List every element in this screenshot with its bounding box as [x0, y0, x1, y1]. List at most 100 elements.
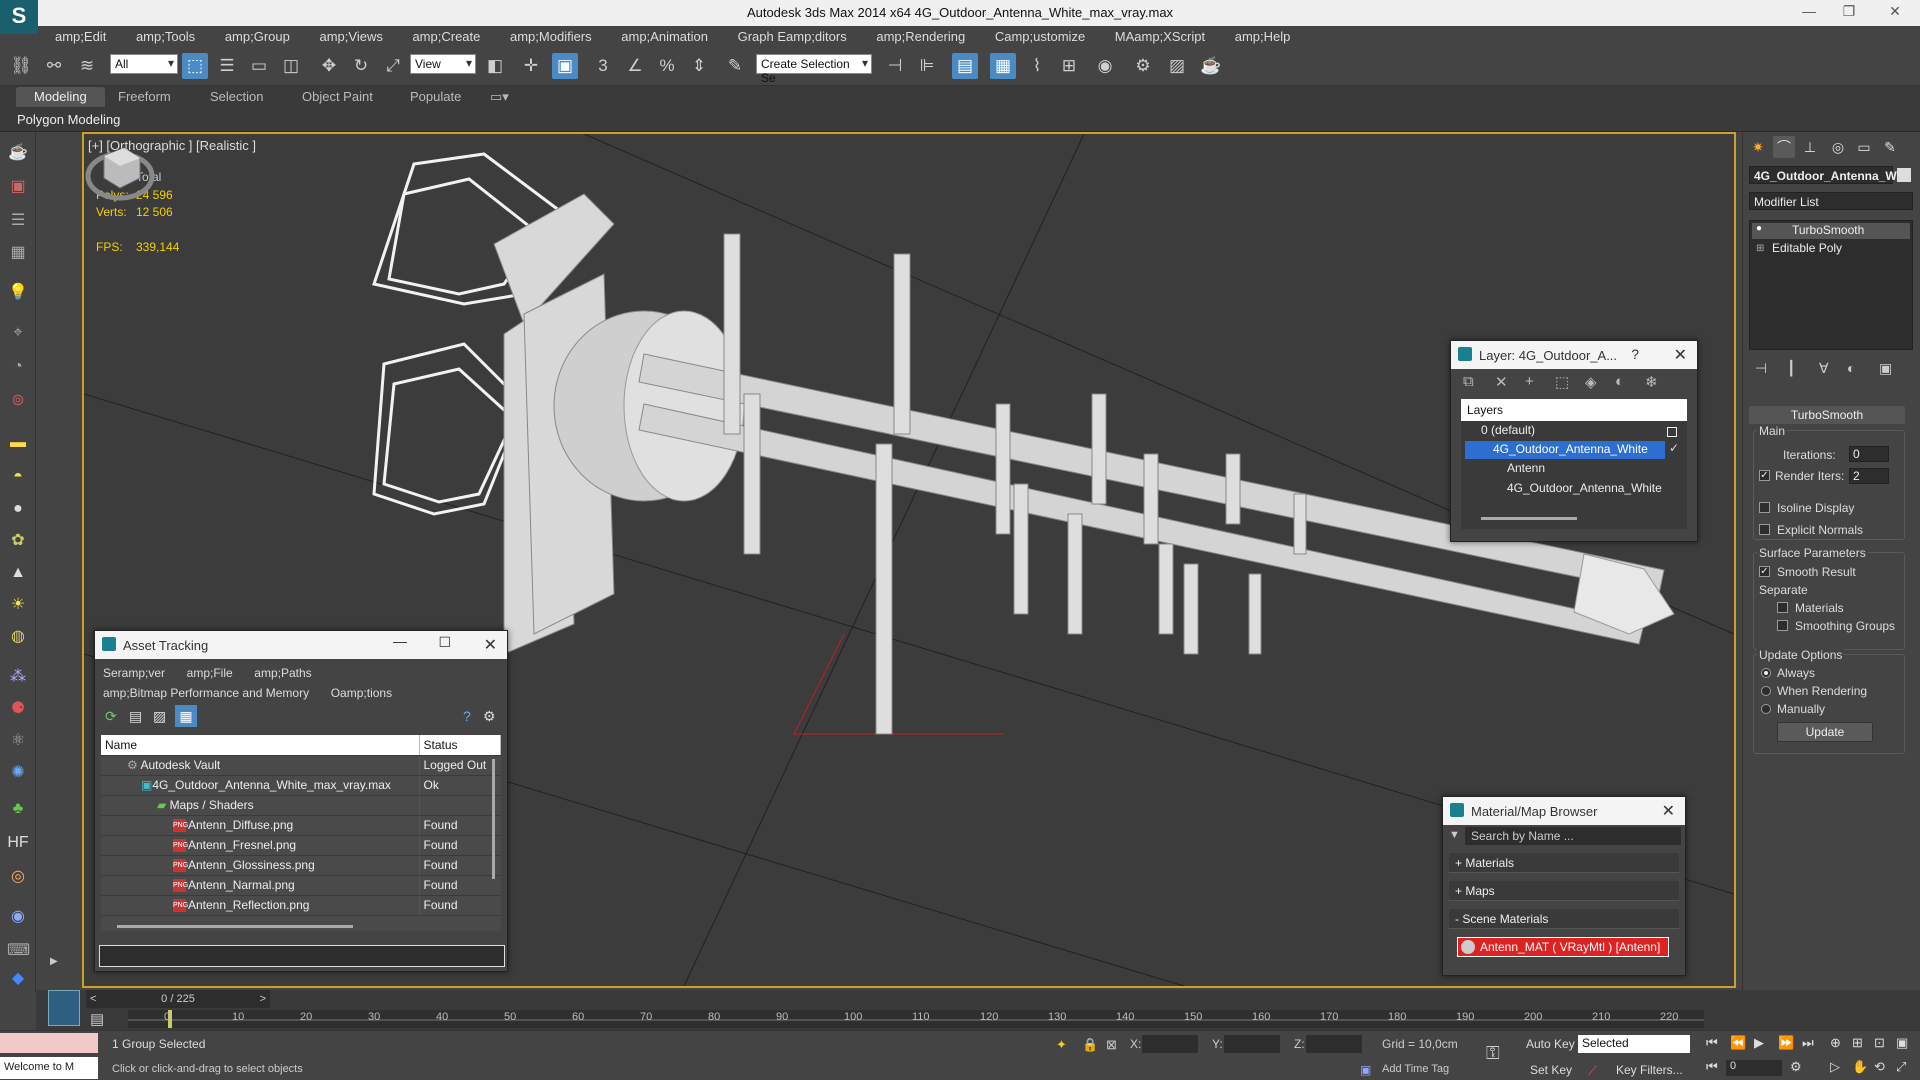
time-slider[interactable]: < 0 / 225 > — [86, 990, 270, 1008]
schematic-view-icon[interactable]: ⊞ — [1056, 53, 1082, 79]
ribbon-options-icon[interactable]: ▭▾ — [490, 89, 509, 105]
toggle-ribbon-icon[interactable]: ▦ — [990, 53, 1016, 79]
sphere-icon[interactable]: ● — [7, 498, 29, 520]
lock-icon[interactable]: 🔒 — [1082, 1037, 1098, 1053]
fov-icon[interactable]: ▷ — [1830, 1059, 1840, 1075]
pivot-center-icon[interactable]: ◧ — [482, 53, 508, 79]
always-radio[interactable] — [1761, 668, 1771, 678]
when-rendering-radio[interactable] — [1761, 686, 1771, 696]
mini-curve-icon[interactable] — [48, 990, 80, 1026]
unlink-icon[interactable]: ⚯ — [41, 53, 67, 79]
thumbnail-view-icon[interactable]: ▨ — [153, 708, 166, 725]
slider-left-icon[interactable]: < — [90, 990, 96, 1008]
box-icon[interactable]: ▬ — [7, 432, 29, 454]
pan-icon[interactable]: ✋ — [1852, 1059, 1868, 1075]
key-mode-toggle-icon[interactable]: ⏮ — [1706, 1059, 1718, 1075]
filter-icon[interactable]: ▼ — [1449, 829, 1460, 841]
layer-new-icon[interactable]: ⧉ — [1463, 373, 1474, 390]
layer-object-antenna-white[interactable]: 4G_Outdoor_Antenna_White — [1507, 481, 1662, 495]
zoom-icon[interactable]: ⊕ — [1830, 1035, 1841, 1051]
hierarchy-tab-icon[interactable]: ⊥ — [1799, 136, 1821, 158]
iterations-spinner[interactable]: 0 — [1849, 446, 1889, 462]
material-search-input[interactable]: Search by Name ... — [1465, 827, 1681, 845]
select-by-name-icon[interactable]: ☰ — [214, 53, 240, 79]
absolute-mode-icon[interactable]: ⊠ — [1106, 1037, 1117, 1053]
set-key-button[interactable]: Set Key — [1530, 1063, 1572, 1077]
stack-editable-poly[interactable]: Editable Poly — [1772, 241, 1842, 255]
help-icon[interactable]: ? — [463, 708, 471, 724]
dynamics-icon[interactable]: ⚈ — [7, 698, 29, 720]
next-frame-icon[interactable]: ⏩ — [1778, 1035, 1794, 1051]
layer-dialog-header[interactable]: Layer: 4G_Outdoor_A... ? ✕ — [1451, 341, 1697, 369]
layer-hide-icon[interactable]: ◐ — [1615, 373, 1624, 390]
menu-graph-editors[interactable]: Graph Eamp;ditors — [738, 26, 847, 44]
menu-modifiers[interactable]: amp;Modifiers — [510, 26, 592, 44]
edit-named-selection-icon[interactable]: ✎ — [722, 53, 748, 79]
make-unique-icon[interactable]: ∀ — [1819, 360, 1829, 377]
helper-icon[interactable]: ⚛ — [7, 730, 29, 752]
menu-rendering[interactable]: amp;Rendering — [876, 26, 965, 44]
y-coord-field[interactable] — [1224, 1035, 1280, 1053]
layer-object-antenn[interactable]: Antenn — [1507, 461, 1545, 475]
show-end-result-icon[interactable]: ┃ — [1787, 360, 1795, 377]
tab-freeform[interactable]: Freeform — [118, 89, 171, 104]
link-icon[interactable]: ⛓ — [8, 53, 34, 79]
section-maps[interactable]: + Maps — [1449, 881, 1679, 901]
close-icon[interactable]: ✕ — [1662, 801, 1675, 821]
light-icon[interactable]: 💡 — [7, 282, 29, 304]
align-icon[interactable]: ⊫ — [914, 53, 940, 79]
snaps-toggle-icon[interactable]: 3 — [590, 53, 616, 79]
rect-selection-icon[interactable]: ▭ — [246, 53, 272, 79]
speaker-icon[interactable]: ◔ — [7, 356, 29, 378]
timeline-ruler-icon[interactable]: ▤ — [90, 1010, 104, 1028]
smoothing-groups-checkbox[interactable] — [1777, 620, 1788, 631]
bind-spacewarp-icon[interactable]: ≋ — [74, 53, 100, 79]
layer-freeze-icon[interactable]: ❄ — [1645, 373, 1658, 391]
hair-icon[interactable]: HF — [7, 832, 29, 854]
stack-turbosmooth[interactable]: TurboSmooth — [1752, 223, 1910, 239]
window-crossing-icon[interactable]: ◫ — [278, 53, 304, 79]
tab-object-paint[interactable]: Object Paint — [302, 89, 373, 104]
minimize-icon[interactable]: — — [1794, 3, 1824, 23]
percent-snap-icon[interactable]: % — [654, 53, 680, 79]
manually-radio[interactable] — [1761, 704, 1771, 714]
menu-edit[interactable]: amp;Edit — [55, 26, 106, 44]
select-manipulate-icon[interactable]: ✛ — [518, 53, 544, 79]
hemisphere-icon[interactable]: ◓ — [7, 466, 29, 488]
menu-tools[interactable]: amp;Tools — [136, 26, 195, 44]
vault-icon[interactable]: ⚙ — [483, 708, 496, 725]
turbosmooth-rollout-header[interactable]: TurboSmooth — [1749, 406, 1905, 424]
col-name[interactable]: Name — [101, 735, 420, 756]
key-mode-dropdown[interactable]: Selected — [1578, 1035, 1690, 1053]
scale-icon[interactable]: ⤢ — [380, 53, 406, 79]
table-row[interactable]: ⚙ Autodesk Vault Logged Out — [101, 755, 501, 776]
menu-customize[interactable]: Camp;ustomize — [995, 26, 1085, 44]
film-icon[interactable]: ⊚ — [7, 390, 29, 412]
menu-paths[interactable]: amp;Paths — [254, 666, 311, 680]
maximize-viewport-icon[interactable]: ⤢ — [1896, 1059, 1906, 1075]
z-coord-field[interactable] — [1306, 1035, 1362, 1053]
remove-modifier-icon[interactable]: ◐ — [1847, 360, 1855, 376]
3ds-icon[interactable]: ◆ — [7, 968, 29, 990]
close-icon[interactable]: ✕ — [1880, 3, 1910, 23]
polygon-modeling-label[interactable]: Polygon Modeling — [17, 112, 120, 127]
maximize-icon[interactable]: ☐ — [438, 634, 451, 651]
table-view-icon[interactable]: ▦ — [175, 705, 197, 727]
fur-icon[interactable]: ◎ — [7, 866, 29, 888]
menu-options[interactable]: Oamp;tions — [331, 686, 392, 700]
menu-animation[interactable]: amp;Animation — [621, 26, 708, 44]
time-tag-icon[interactable]: ▣ — [1360, 1063, 1371, 1077]
section-materials[interactable]: + Materials — [1449, 853, 1679, 873]
select-object-icon[interactable]: ⬚ — [182, 53, 208, 79]
close-icon[interactable]: ✕ — [484, 635, 497, 655]
script-icon[interactable]: ⌨ — [7, 940, 30, 962]
set-key-icon[interactable]: ⟋ — [1588, 1063, 1597, 1079]
teapot-icon[interactable]: ☕ — [7, 142, 29, 164]
angle-snap-icon[interactable]: ∠ — [622, 53, 648, 79]
table-row[interactable]: ▰ Maps / Shaders — [101, 795, 501, 816]
render-iters-spinner[interactable]: 2 — [1849, 468, 1889, 484]
menu-create[interactable]: amp;Create — [412, 26, 480, 44]
object-color-swatch[interactable] — [1897, 168, 1911, 182]
app-logo-icon[interactable]: S — [0, 0, 38, 34]
menu-views[interactable]: amp;Views — [319, 26, 382, 44]
